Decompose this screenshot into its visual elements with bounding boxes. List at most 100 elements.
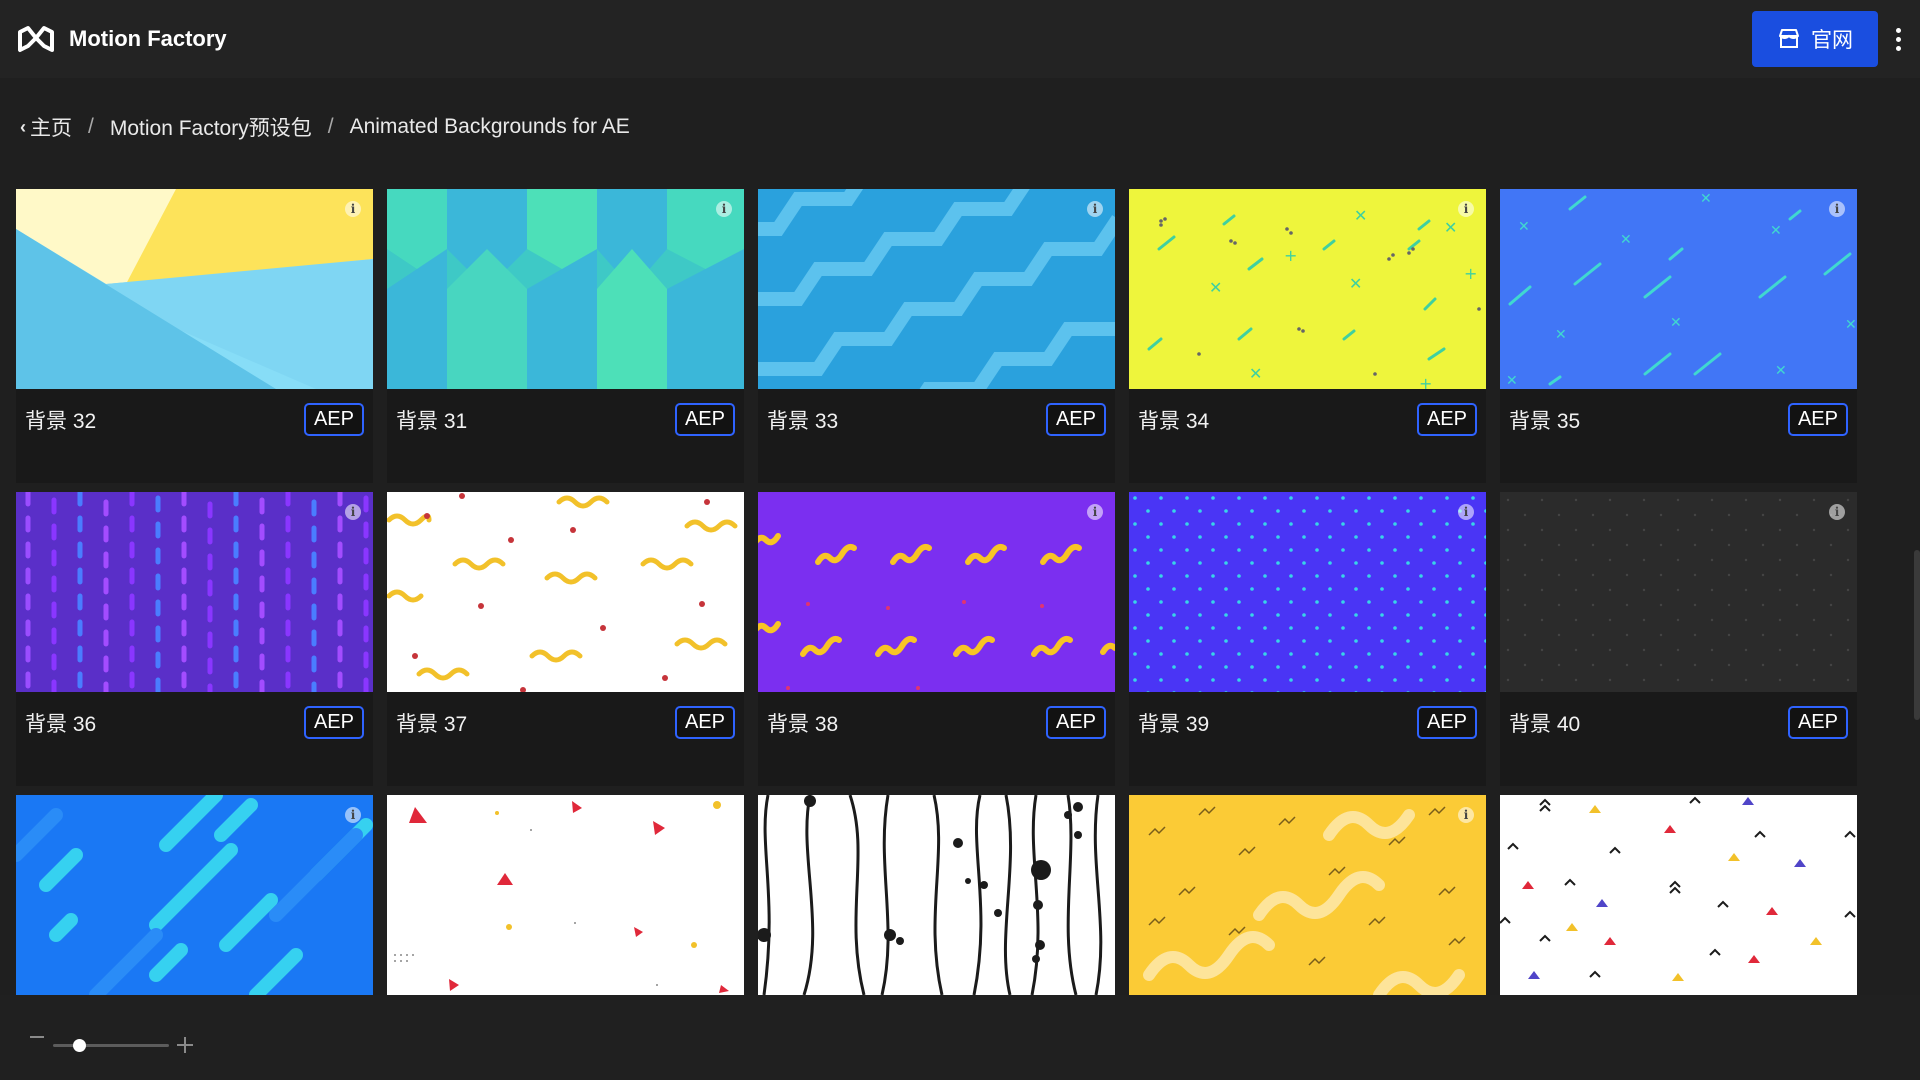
asset-title: 背景 34 (1138, 410, 1210, 433)
asset-card[interactable] (758, 795, 1115, 995)
asset-thumbnail (387, 492, 744, 692)
info-icon[interactable]: i (1087, 201, 1103, 217)
asset-thumbnail: i (758, 189, 1115, 389)
svg-text:✕: ✕ (1770, 223, 1782, 239)
breadcrumb-separator: / (88, 115, 94, 138)
asset-card[interactable]: i 背景 36 AEP (16, 492, 373, 786)
info-icon[interactable]: i (1458, 201, 1474, 217)
svg-text:✕: ✕ (1775, 363, 1787, 379)
asset-title: 背景 35 (1509, 410, 1581, 433)
aep-badge: AEP (1787, 706, 1848, 739)
info-icon[interactable]: i (1829, 201, 1845, 217)
svg-text:✕: ✕ (1700, 191, 1712, 207)
aep-badge: AEP (1045, 403, 1106, 436)
aep-badge: AEP (674, 403, 735, 436)
info-icon[interactable]: i (716, 201, 732, 217)
background-grid: i 背景 32 AEP i 背景 31 AEP i 背景 33 AEP ✕ ✕ … (16, 189, 1878, 995)
asset-card[interactable]: i 背景 39 AEP (1129, 492, 1486, 786)
aep-badge: AEP (674, 706, 735, 739)
svg-text:✕: ✕ (1518, 219, 1530, 235)
asset-card[interactable]: i 背景 31 AEP (387, 189, 744, 483)
info-icon[interactable]: i (345, 201, 361, 217)
app-logo[interactable]: Motion Factory (16, 18, 227, 60)
asset-thumbnail: ✕ ✕ + ✕ ✕ + ✕ + i (1129, 189, 1486, 389)
svg-text:✕: ✕ (1209, 278, 1222, 297)
chevron-left-icon[interactable]: ‹ (20, 117, 26, 138)
asset-title: 背景 37 (396, 713, 468, 736)
asset-thumbnail: i (16, 492, 373, 692)
aep-badge: AEP (1045, 706, 1106, 739)
svg-text:✕: ✕ (1620, 232, 1632, 248)
app-header: Motion Factory 官网 (0, 0, 1920, 78)
svg-text:✕: ✕ (1670, 315, 1682, 331)
asset-card[interactable]: ✕ ✕ ✕ ✕ ✕ ✕ ✕ ✕ ✕ i 背景 35 AEP (1500, 189, 1857, 483)
svg-text:+: + (1284, 246, 1297, 265)
asset-thumbnail (1500, 795, 1857, 995)
asset-card[interactable]: 背景 37 AEP (387, 492, 744, 786)
breadcrumb-current: Animated Backgrounds for AE (349, 115, 630, 138)
svg-text:✕: ✕ (1444, 218, 1457, 237)
asset-card[interactable]: i 背景 33 AEP (758, 189, 1115, 483)
asset-title: 背景 33 (767, 410, 839, 433)
asset-thumbnail: ✕ ✕ ✕ ✕ ✕ ✕ ✕ ✕ ✕ i (1500, 189, 1857, 389)
svg-text:+: + (1419, 374, 1432, 389)
asset-thumbnail (758, 795, 1115, 995)
aep-badge: AEP (303, 403, 364, 436)
asset-title: 背景 40 (1509, 713, 1581, 736)
svg-text:✕: ✕ (1506, 373, 1518, 389)
breadcrumb-pack[interactable]: Motion Factory预设包 (110, 112, 312, 142)
asset-card[interactable]: i (16, 795, 373, 995)
asset-thumbnail: i (16, 795, 373, 995)
info-icon[interactable]: i (1458, 504, 1474, 520)
asset-thumbnail: i (1129, 492, 1486, 692)
aep-badge: AEP (1416, 403, 1477, 436)
app-title: Motion Factory (69, 26, 227, 51)
asset-card[interactable]: ✕ ✕ + ✕ ✕ + ✕ + i 背景 34 AEP (1129, 189, 1486, 483)
vertical-scrollbar[interactable] (1914, 550, 1920, 720)
asset-card[interactable]: i (1129, 795, 1486, 995)
asset-card[interactable] (387, 795, 744, 995)
breadcrumb-separator: / (327, 115, 334, 138)
info-icon[interactable]: i (1458, 807, 1474, 823)
aep-badge: AEP (1416, 706, 1477, 739)
asset-title: 背景 32 (25, 410, 97, 433)
bottom-bar (0, 995, 1920, 1080)
asset-title: 背景 39 (1138, 713, 1210, 736)
info-icon[interactable]: i (1087, 504, 1103, 520)
zoom-slider-thumb[interactable] (73, 1039, 86, 1052)
svg-text:✕: ✕ (1349, 274, 1362, 293)
info-icon[interactable]: i (345, 504, 361, 520)
asset-thumbnail (387, 795, 744, 995)
zoom-in-icon[interactable] (177, 1037, 193, 1053)
breadcrumb: ‹ 主页 / Motion Factory预设包 / Animated Back… (20, 112, 630, 142)
info-icon[interactable]: i (1829, 504, 1845, 520)
asset-title: 背景 36 (25, 713, 97, 736)
official-site-label: 官网 (1811, 29, 1853, 52)
asset-thumbnail: i (1500, 492, 1857, 692)
svg-text:✕: ✕ (1845, 317, 1857, 333)
asset-thumbnail: i (387, 189, 744, 389)
svg-text:✕: ✕ (1249, 364, 1262, 383)
svg-text:✕: ✕ (1354, 206, 1367, 225)
asset-card[interactable]: i 背景 32 AEP (16, 189, 373, 483)
store-icon (1779, 29, 1799, 48)
aep-badge: AEP (1787, 403, 1848, 436)
official-site-button[interactable]: 官网 (1752, 11, 1878, 67)
info-icon[interactable]: i (345, 807, 361, 823)
asset-thumbnail: i (758, 492, 1115, 692)
more-vertical-icon[interactable] (1888, 22, 1908, 56)
zoom-out-icon[interactable] (30, 1036, 44, 1038)
asset-thumbnail: i (1129, 795, 1486, 995)
breadcrumb-home[interactable]: 主页 (30, 112, 72, 142)
motion-factory-logo-icon (18, 26, 54, 52)
svg-text:+: + (1464, 264, 1477, 283)
asset-card[interactable] (1500, 795, 1857, 995)
asset-card[interactable]: i 背景 40 AEP (1500, 492, 1857, 786)
asset-card[interactable]: i 背景 38 AEP (758, 492, 1115, 786)
asset-thumbnail: i (16, 189, 373, 389)
asset-title: 背景 38 (767, 713, 839, 736)
asset-title: 背景 31 (396, 410, 468, 433)
svg-text:✕: ✕ (1555, 327, 1567, 343)
aep-badge: AEP (303, 706, 364, 739)
zoom-slider-track[interactable] (53, 1044, 169, 1047)
